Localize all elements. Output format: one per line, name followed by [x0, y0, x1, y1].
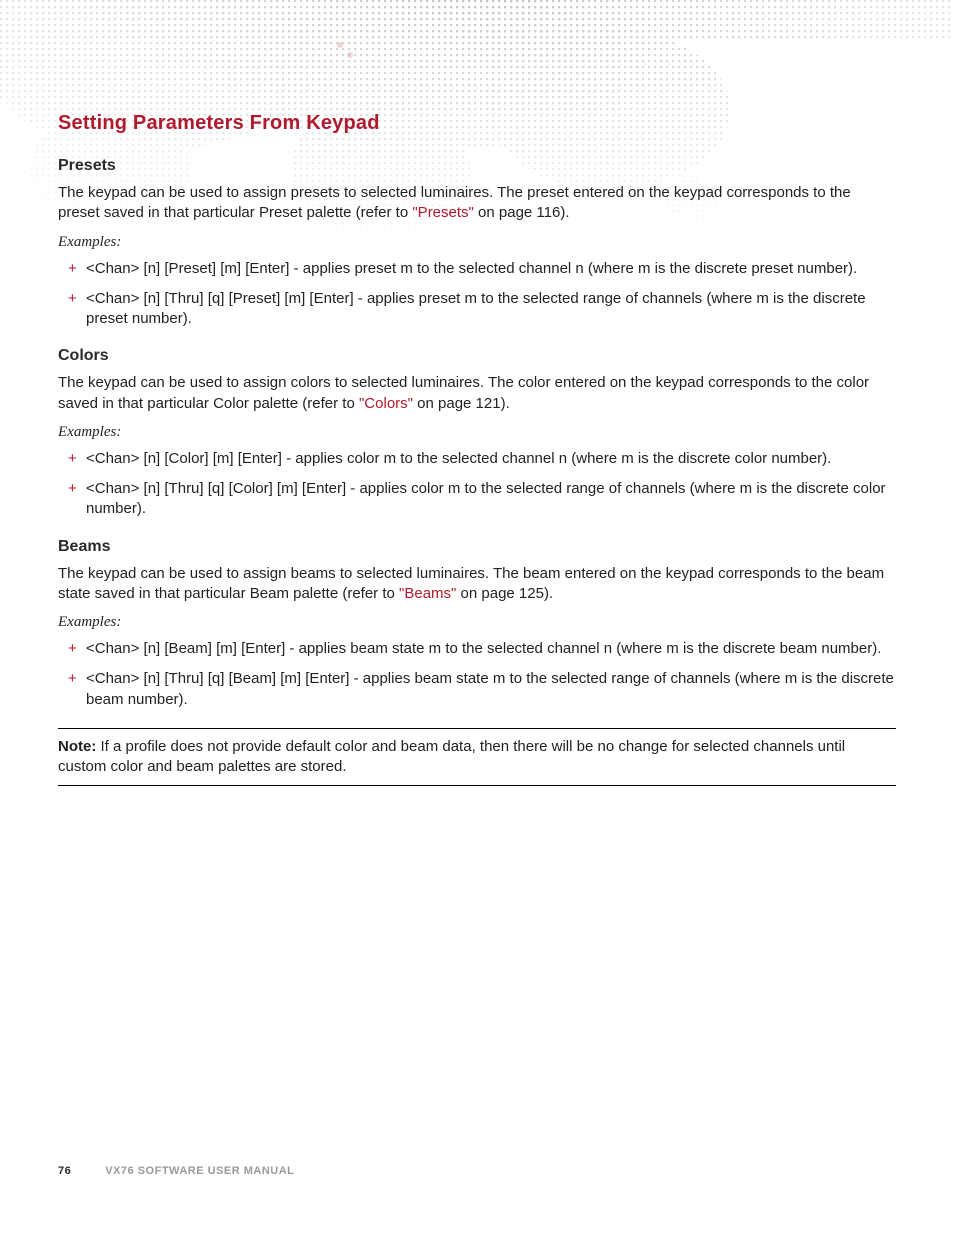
section-intro: The keypad can be used to assign colors … — [58, 373, 896, 414]
list-item: <Chan> [n] [Thru] [q] [Preset] [m] [Ente… — [86, 289, 896, 330]
example-list: <Chan> [n] [Color] [m] [Enter] - applies… — [58, 449, 896, 520]
document-page: Setting Parameters From Keypad Presets T… — [0, 0, 954, 1235]
intro-post: on page 116). — [474, 204, 570, 221]
cross-reference-link[interactable]: "Presets" — [412, 204, 474, 221]
example-list: <Chan> [n] [Preset] [m] [Enter] - applie… — [58, 259, 896, 330]
list-item: <Chan> [n] [Color] [m] [Enter] - applies… — [86, 449, 896, 469]
section-title: Colors — [58, 347, 896, 365]
section-title: Presets — [58, 157, 896, 175]
list-item: <Chan> [n] [Preset] [m] [Enter] - applie… — [86, 259, 896, 279]
note-text: If a profile does not provide default co… — [58, 738, 845, 775]
section-colors: Colors The keypad can be used to assign … — [58, 347, 896, 519]
manual-title: VX76 SOFTWARE USER MANUAL — [105, 1165, 294, 1177]
list-item: <Chan> [n] [Thru] [q] [Beam] [m] [Enter]… — [86, 669, 896, 710]
note-box: Note: If a profile does not provide defa… — [58, 728, 896, 787]
example-list: <Chan> [n] [Beam] [m] [Enter] - applies … — [58, 639, 896, 710]
main-heading: Setting Parameters From Keypad — [58, 112, 896, 135]
section-presets: Presets The keypad can be used to assign… — [58, 157, 896, 329]
examples-label: Examples: — [58, 234, 896, 251]
list-item: <Chan> [n] [Thru] [q] [Color] [m] [Enter… — [86, 479, 896, 520]
list-item: <Chan> [n] [Beam] [m] [Enter] - applies … — [86, 639, 896, 659]
page-number: 76 — [58, 1165, 71, 1177]
section-intro: The keypad can be used to assign beams t… — [58, 564, 896, 605]
intro-post: on page 125). — [456, 585, 553, 602]
note-label: Note: — [58, 738, 96, 755]
cross-reference-link[interactable]: "Beams" — [399, 585, 456, 602]
examples-label: Examples: — [58, 614, 896, 631]
section-title: Beams — [58, 538, 896, 556]
section-beams: Beams The keypad can be used to assign b… — [58, 538, 896, 710]
examples-label: Examples: — [58, 424, 896, 441]
cross-reference-link[interactable]: "Colors" — [359, 395, 413, 412]
page-footer: 76 VX76 SOFTWARE USER MANUAL — [58, 1165, 294, 1177]
section-intro: The keypad can be used to assign presets… — [58, 183, 896, 224]
page-content: Setting Parameters From Keypad Presets T… — [58, 0, 896, 786]
intro-post: on page 121). — [413, 395, 510, 412]
